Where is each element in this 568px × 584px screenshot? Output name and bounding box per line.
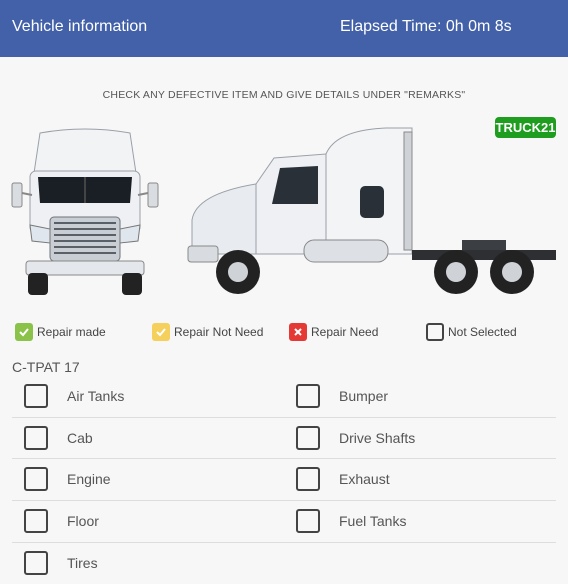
item-label: Floor [67,513,99,529]
legend-label: Repair made [37,325,106,339]
checkbox[interactable] [24,426,48,450]
checklist-item-floor[interactable]: Floor [12,501,284,542]
page-title: Vehicle information [12,18,148,35]
checkbox[interactable] [296,467,320,491]
header-bar: Vehicle information Elapsed Time: 0h 0m … [0,0,568,57]
truck-side-icon [187,127,556,294]
checklist-item-bumper[interactable]: Bumper [284,376,556,417]
legend-label: Not Selected [448,325,517,339]
legend-repair-not-need: Repair Not Need [152,322,263,342]
item-label: Cab [67,430,93,446]
truck-front-icon [11,128,159,295]
legend-not-selected: Not Selected [426,322,517,342]
checklist-item-air-tanks[interactable]: Air Tanks [12,376,284,417]
checkbox[interactable] [24,551,48,575]
legend-label: Repair Not Need [174,325,264,339]
item-label: Exhaust [339,471,390,487]
legend-repair-made: Repair made [15,322,106,342]
checkbox[interactable] [296,426,320,450]
checklist-item-cab[interactable]: Cab [12,418,284,459]
checkbox[interactable] [296,509,320,533]
instruction-text: CHECK ANY DEFECTIVE ITEM AND GIVE DETAIL… [102,89,466,101]
checklist-item-tires[interactable]: Tires [12,543,284,584]
checklist-item-exhaust[interactable]: Exhaust [284,459,556,500]
item-label: Drive Shafts [339,430,416,446]
checklist-item-engine[interactable]: Engine [12,459,284,500]
x-icon [289,323,307,341]
item-label: Air Tanks [67,388,125,404]
checkbox[interactable] [24,467,48,491]
section-title: C-TPAT 17 [12,359,80,375]
item-label: Tires [67,555,98,571]
empty-box-icon [426,323,444,341]
checklist-item-drive-shafts[interactable]: Drive Shafts [284,418,556,459]
truck-id-badge: TRUCK21 [495,117,556,138]
legend-repair-need: Repair Need [289,322,378,342]
checklist-item-fuel-tanks[interactable]: Fuel Tanks [284,501,556,542]
checkbox[interactable] [296,384,320,408]
check-icon [152,323,170,341]
elapsed-time: Elapsed Time: 0h 0m 8s [340,18,512,35]
check-icon [15,323,33,341]
checkbox[interactable] [24,384,48,408]
checkbox[interactable] [24,509,48,533]
item-label: Fuel Tanks [339,513,407,529]
item-label: Engine [67,471,111,487]
legend-label: Repair Need [311,325,379,339]
item-label: Bumper [339,388,389,404]
